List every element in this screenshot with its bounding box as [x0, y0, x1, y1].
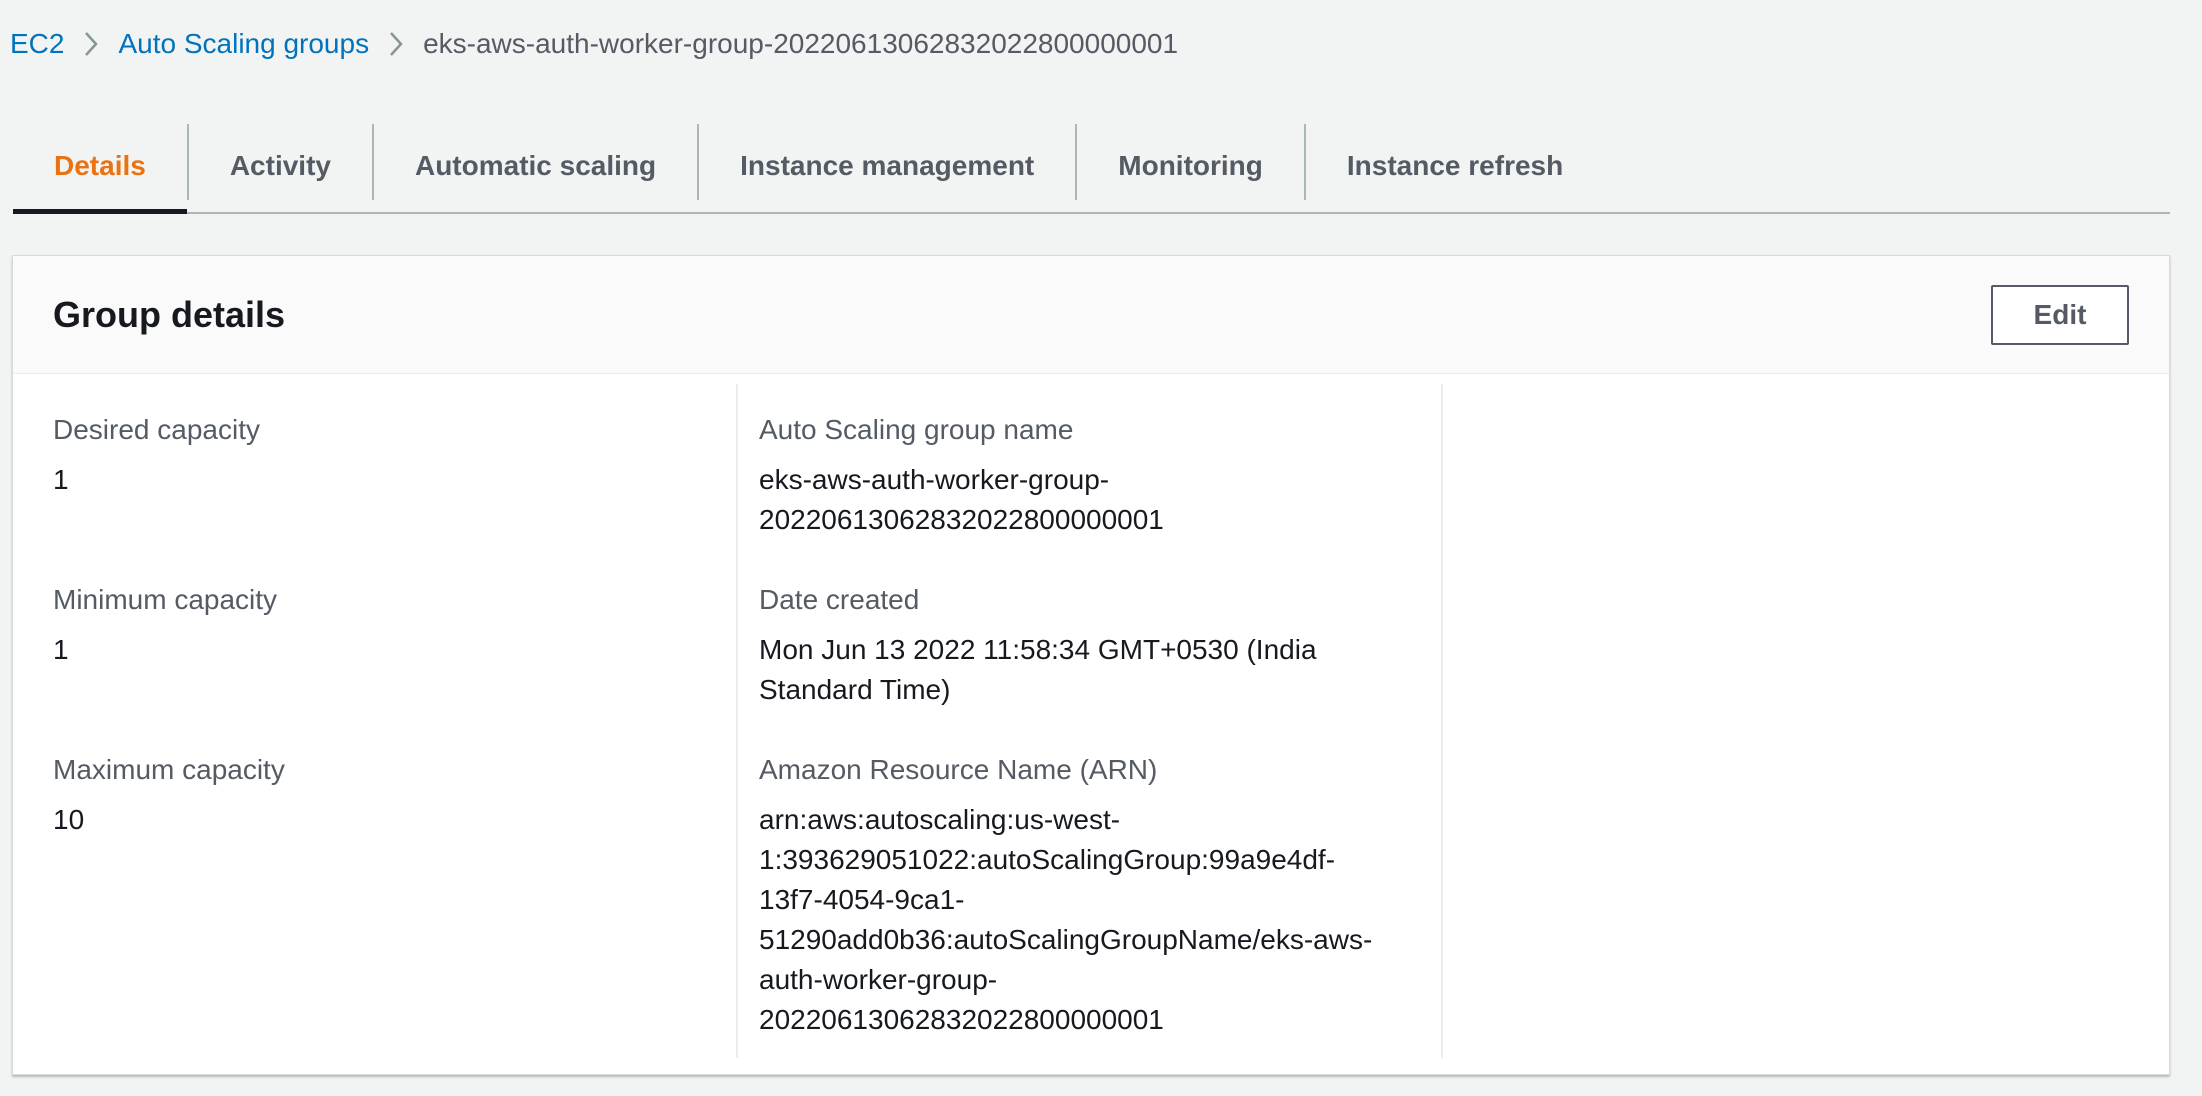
- arn-field: Amazon Resource Name (ARN) arn:aws:autos…: [759, 750, 1421, 1040]
- panel-body: Desired capacity 1 Minimum capacity 1 Ma…: [13, 374, 2169, 1074]
- edit-button[interactable]: Edit: [1991, 284, 2129, 345]
- panel-title: Group details: [53, 293, 286, 335]
- tab-monitoring[interactable]: Monitoring: [1077, 120, 1304, 212]
- tab-automatic-scaling[interactable]: Automatic scaling: [374, 120, 697, 212]
- group-name-field: Auto Scaling group name eks-aws-auth-wor…: [759, 410, 1421, 580]
- group-details-panel: Group details Edit Desired capacity 1 Mi…: [12, 255, 2170, 1075]
- arn-line: 13f7-4054-9ca1-: [759, 884, 965, 915]
- tab-instance-refresh[interactable]: Instance refresh: [1306, 120, 1604, 212]
- date-created-field: Date created Mon Jun 13 2022 11:58:34 GM…: [759, 580, 1421, 750]
- minimum-capacity-field: Minimum capacity 1: [53, 580, 736, 750]
- arn-line: arn:aws:autoscaling:us-west-: [759, 804, 1121, 835]
- date-created-line: Standard Time): [759, 674, 951, 705]
- arn-line: 20220613062832022800000001: [759, 1004, 1164, 1035]
- desired-capacity-value: 1: [53, 464, 69, 495]
- group-name-line: 20220613062832022800000001: [759, 504, 1164, 535]
- tab-details[interactable]: Details: [13, 120, 187, 214]
- maximum-capacity-field: Maximum capacity 10: [53, 750, 736, 920]
- desired-capacity-label: Desired capacity: [53, 414, 260, 445]
- breadcrumb-auto-scaling-groups-link[interactable]: Auto Scaling groups: [118, 28, 369, 60]
- details-column-capacity: Desired capacity 1 Minimum capacity 1 Ma…: [13, 384, 736, 1058]
- panel-header: Group details Edit: [13, 256, 2169, 374]
- group-name-line: eks-aws-auth-worker-group-: [759, 464, 1110, 495]
- details-column-empty: [1441, 384, 2169, 1058]
- maximum-capacity-value: 10: [53, 804, 85, 835]
- breadcrumb-ec2-link[interactable]: EC2: [10, 28, 64, 60]
- minimum-capacity-value: 1: [53, 634, 69, 665]
- arn-line: 1:393629051022:autoScalingGroup:99a9e4df…: [759, 844, 1336, 875]
- breadcrumb-current-group: eks-aws-auth-worker-group-20220613062832…: [423, 28, 1179, 59]
- date-created-value: Mon Jun 13 2022 11:58:34 GMT+0530 (India…: [759, 630, 1421, 710]
- arn-line: 51290add0b36:autoScalingGroupName/eks-aw…: [759, 924, 1373, 955]
- maximum-capacity-label: Maximum capacity: [53, 754, 285, 785]
- date-created-label: Date created: [759, 584, 920, 615]
- arn-line: auth-worker-group-: [759, 964, 998, 995]
- breadcrumb: EC2 Auto Scaling groups eks-aws-auth-wor…: [10, 22, 1178, 66]
- chevron-right-icon: [369, 22, 423, 66]
- minimum-capacity-label: Minimum capacity: [53, 584, 278, 615]
- tab-bar: Details Activity Automatic scaling Insta…: [13, 120, 2170, 214]
- details-column-identity: Auto Scaling group name eks-aws-auth-wor…: [736, 384, 1441, 1058]
- chevron-right-icon: [64, 22, 118, 66]
- arn-value: arn:aws:autoscaling:us-west- 1:393629051…: [759, 800, 1421, 1040]
- date-created-line: Mon Jun 13 2022 11:58:34 GMT+0530 (India: [759, 634, 1317, 665]
- tab-activity[interactable]: Activity: [189, 120, 372, 212]
- tab-instance-management[interactable]: Instance management: [699, 120, 1075, 212]
- arn-label: Amazon Resource Name (ARN): [759, 754, 1158, 785]
- desired-capacity-field: Desired capacity 1: [53, 410, 736, 580]
- group-name-value: eks-aws-auth-worker-group- 2022061306283…: [759, 460, 1421, 540]
- group-name-label: Auto Scaling group name: [759, 414, 1074, 445]
